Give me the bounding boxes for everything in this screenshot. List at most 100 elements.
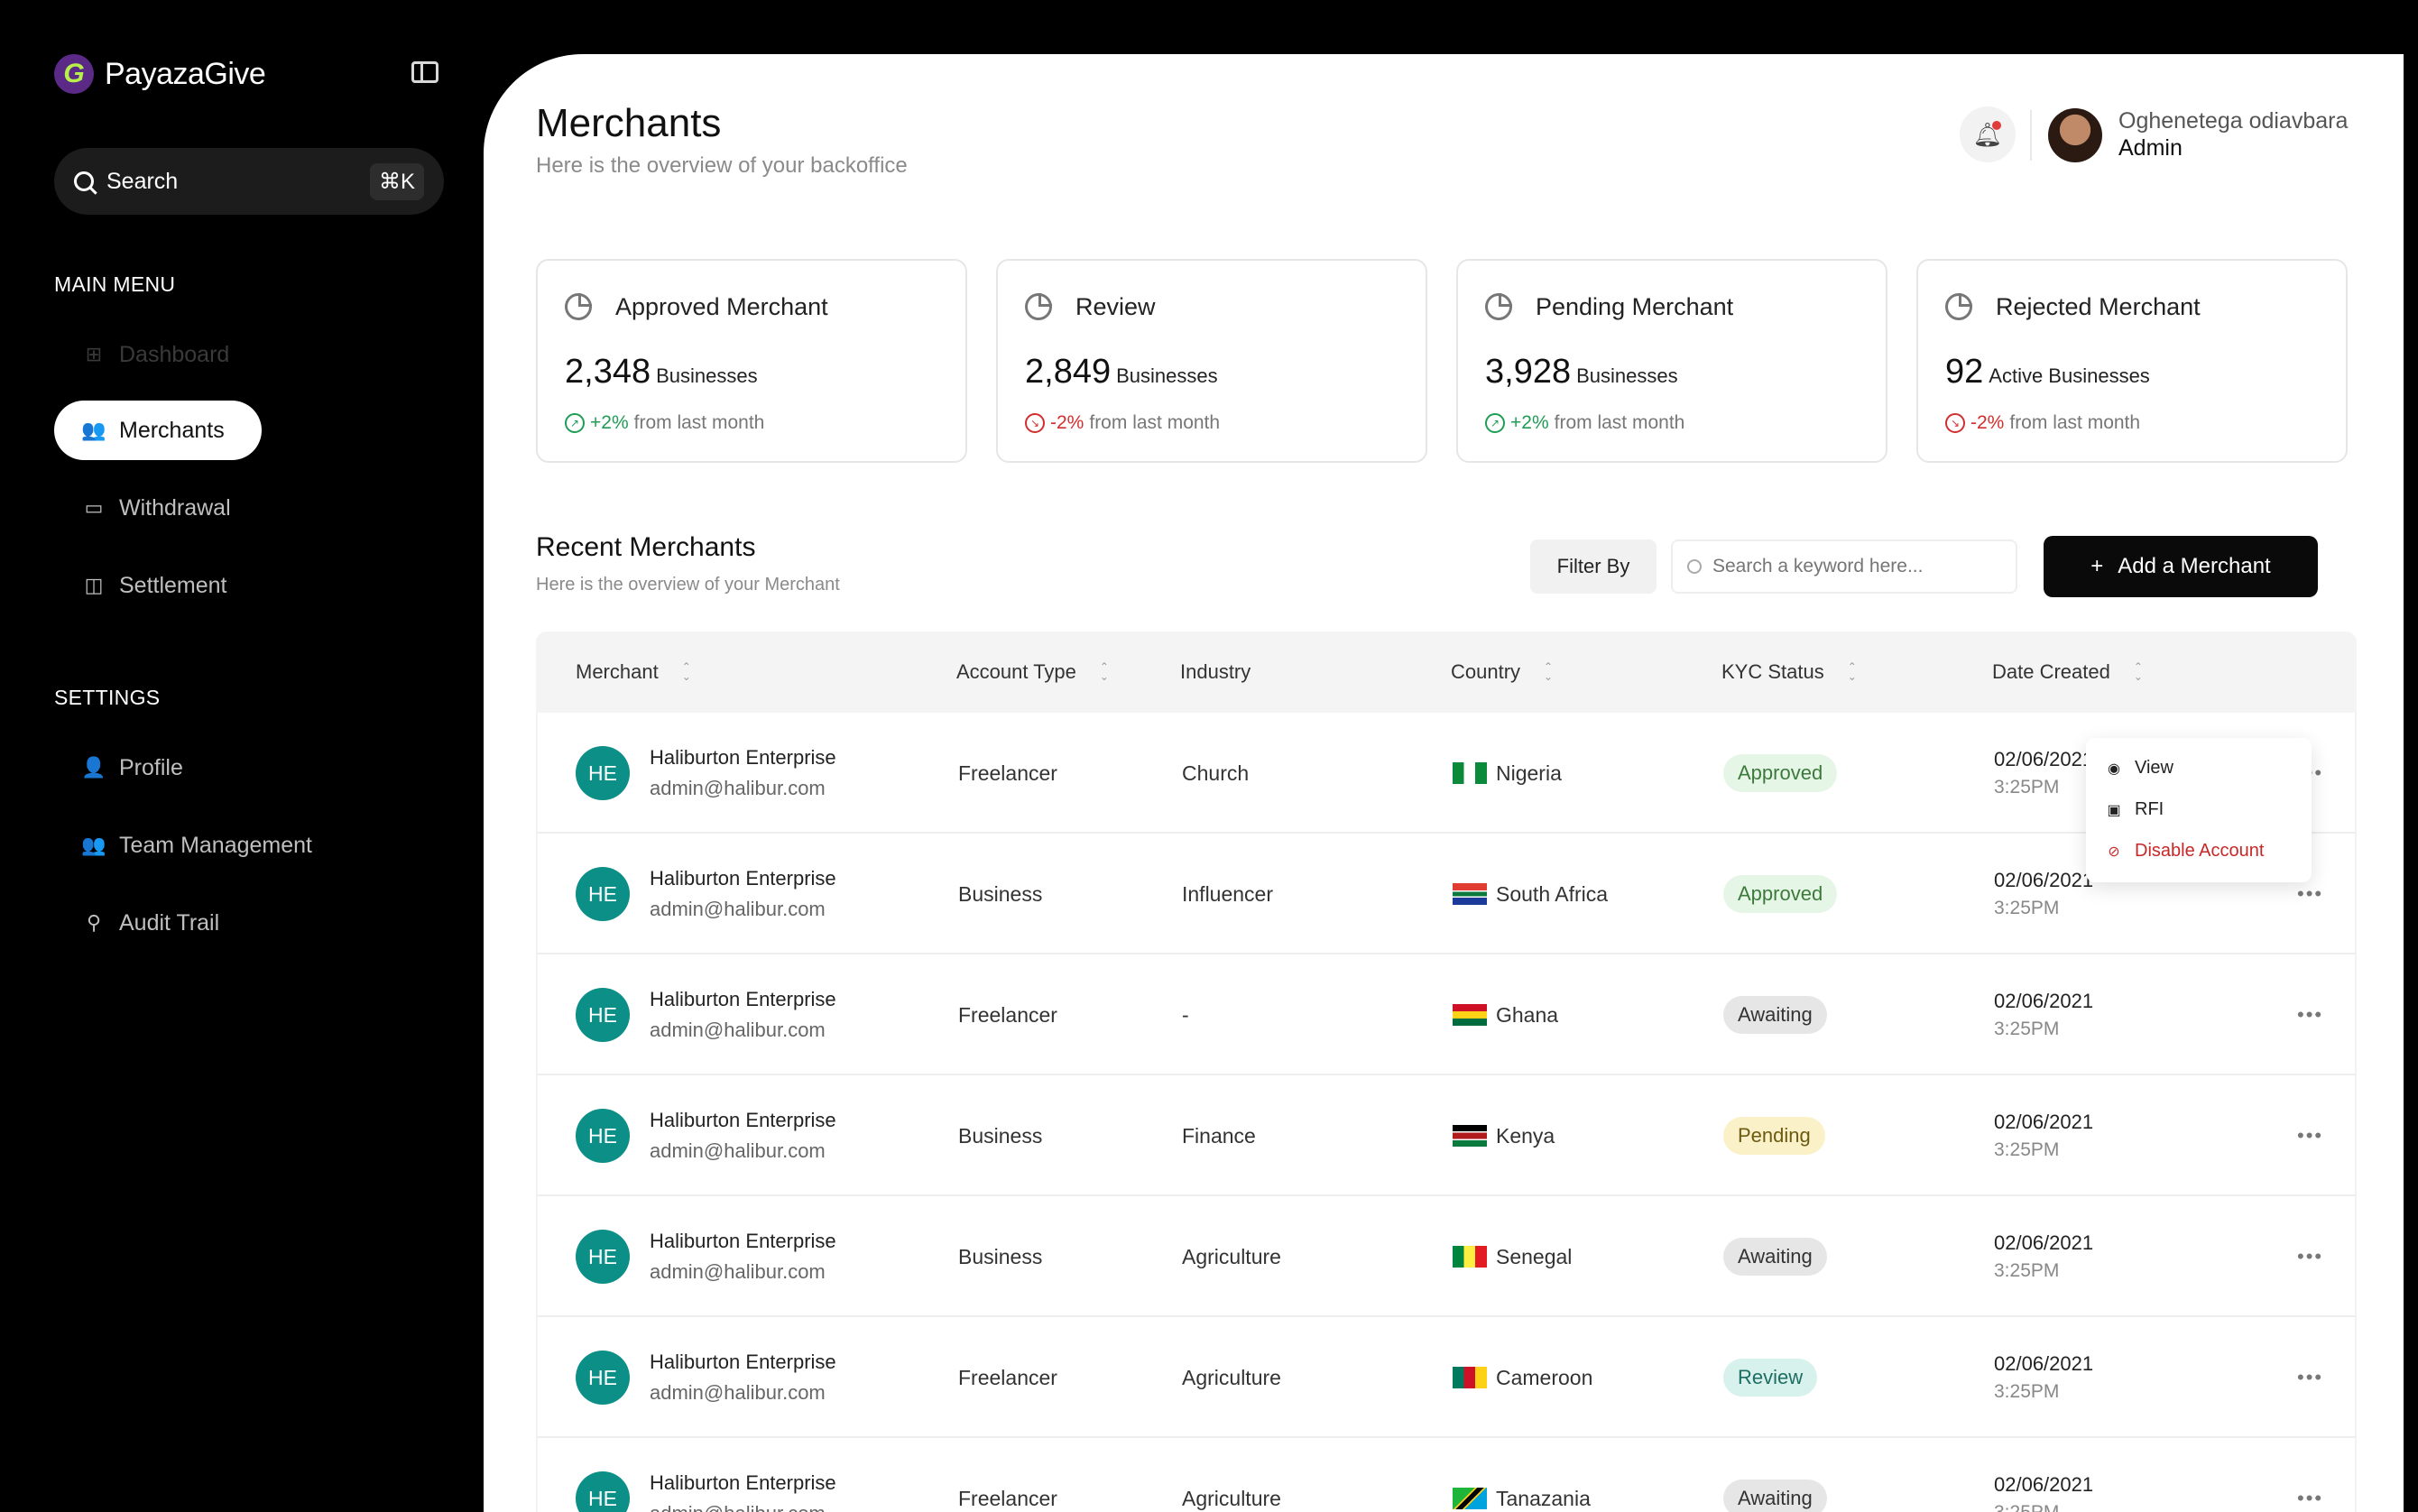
sort-icon[interactable]: ⌃ ⌄ <box>1100 661 1109 682</box>
sort-icon[interactable]: ⌃ ⌄ <box>682 661 691 682</box>
flag-icon <box>1453 1488 1487 1509</box>
country-cell: Tanazania <box>1453 1438 1591 1512</box>
menu-item-disable-account[interactable]: ⊘ Disable Account <box>2106 841 2264 862</box>
pie-chart-icon <box>1025 293 1052 320</box>
status-badge: Awaiting <box>1723 1238 1827 1276</box>
merchant-cell: HE Haliburton Enterprise admin@halibur.c… <box>576 1438 836 1512</box>
time-value: 3:25PM <box>1994 1381 2060 1402</box>
sidebar-item-settlement[interactable]: ◫ Settlement <box>54 556 254 615</box>
table-row[interactable]: HE Haliburton Enterprise admin@halibur.c… <box>536 834 2357 954</box>
merchant-email: admin@halibur.com <box>650 1260 826 1283</box>
industry-cell: Church <box>1182 761 1250 785</box>
stat-title: Approved Merchant <box>615 293 828 320</box>
row-menu-button[interactable]: ••• <box>2297 1075 2323 1196</box>
table-row[interactable]: HE Haliburton Enterprise admin@halibur.c… <box>536 713 2357 834</box>
row-menu-button[interactable]: ••• <box>2297 1438 2323 1512</box>
sort-icon[interactable]: ⌃ ⌄ <box>2134 661 2143 682</box>
sidebar-item-merchants[interactable]: 👥 Merchants <box>54 401 262 460</box>
kyc-status-cell: Awaiting <box>1723 1438 1827 1512</box>
sort-icon[interactable]: ⌃ ⌄ <box>1544 661 1553 682</box>
page-subtitle: Here is the overview of your backoffice <box>536 153 908 178</box>
avatar[interactable] <box>2048 108 2102 162</box>
sidebar: G PayazaGive Search ⌘K MAIN MENU ⊞ Dashb… <box>0 0 484 1512</box>
column-country[interactable]: Country ⌃ ⌄ <box>1451 632 1553 713</box>
main-menu-heading: MAIN MENU <box>54 272 176 296</box>
stat-card-approved: Approved Merchant 2,348 Businesses ↗ +2% f… <box>536 259 967 463</box>
merchant-email: admin@halibur.com <box>650 1019 826 1041</box>
column-account-type[interactable]: Account Type ⌃ ⌄ <box>956 632 1109 713</box>
card-icon: ▭ <box>84 496 104 519</box>
sidebar-item-audit-trail[interactable]: ⚲ Audit Trail <box>54 893 246 953</box>
sidebar-item-team-management[interactable]: 👥 Team Management <box>54 816 339 875</box>
add-merchant-button[interactable]: + Add a Merchant <box>2044 536 2318 597</box>
industry-cell: - <box>1182 1002 1189 1027</box>
merchant-name: Haliburton Enterprise <box>650 746 836 769</box>
row-menu-button[interactable]: ••• <box>2297 1196 2323 1317</box>
date-value: 02/06/2021 <box>1994 748 2094 770</box>
stat-trend: ↗ +2% from last month <box>1485 412 1684 434</box>
country-cell: Nigeria <box>1453 713 1562 834</box>
country-cell: Ghana <box>1453 954 1558 1075</box>
sidebar-item-dashboard[interactable]: ⊞ Dashboard <box>54 325 256 384</box>
date-value: 02/06/2021 <box>1994 1473 2094 1496</box>
country-cell: South Africa <box>1453 834 1608 954</box>
merchant-name: Haliburton Enterprise <box>650 867 836 890</box>
sidebar-item-profile[interactable]: 👤 Profile <box>54 738 210 797</box>
user-icon: 👤 <box>81 756 106 779</box>
user-role: Admin <box>2118 135 2183 161</box>
industry-cell: Influencer <box>1182 881 1274 906</box>
status-badge: Approved <box>1723 754 1838 792</box>
date-cell: 02/06/2021 3:25PM <box>1994 1317 2093 1438</box>
row-menu-button[interactable]: ••• <box>2297 1317 2323 1438</box>
account-type-cell: Freelancer <box>958 1486 1057 1510</box>
search-input[interactable] <box>1711 555 1985 578</box>
merchant-cell: HE Haliburton Enterprise admin@halibur.c… <box>576 1317 836 1438</box>
time-value: 3:25PM <box>1994 1139 2060 1160</box>
date-value: 02/06/2021 <box>1994 1111 2094 1133</box>
sidebar-item-label: Withdrawal <box>119 494 231 521</box>
sort-icon[interactable]: ⌃ ⌄ <box>1848 661 1857 682</box>
table-row[interactable]: HE Haliburton Enterprise admin@halibur.c… <box>536 1317 2357 1438</box>
stat-title: Pending Merchant <box>1536 293 1734 320</box>
sidebar-search[interactable]: Search ⌘K <box>54 148 444 215</box>
brand-logo[interactable]: G PayazaGive <box>54 54 266 94</box>
column-date-created[interactable]: Date Created ⌃ ⌄ <box>1992 632 2143 713</box>
column-kyc-status[interactable]: KYC Status ⌃ ⌄ <box>1721 632 1857 713</box>
trend-down-icon: ↘ <box>1025 413 1045 433</box>
kyc-status-cell: Approved <box>1723 713 1838 834</box>
merchant-email: admin@halibur.com <box>650 1139 826 1162</box>
status-badge: Awaiting <box>1723 1480 1827 1512</box>
table-header: Merchant ⌃ ⌄ Account Type ⌃ ⌄ Industry Count… <box>536 632 2357 713</box>
account-type-cell: Freelancer <box>958 1002 1057 1027</box>
stat-value: 2,849 Businesses <box>1025 353 1218 391</box>
table-body: HE Haliburton Enterprise admin@halibur.c… <box>536 713 2357 1512</box>
notification-button[interactable]: 🔔︎ <box>1960 106 2016 162</box>
row-menu-button[interactable]: ••• <box>2297 954 2323 1075</box>
app-name: PayazaGive <box>105 56 266 91</box>
table-row[interactable]: HE Haliburton Enterprise admin@halibur.c… <box>536 1196 2357 1317</box>
merchant-cell: HE Haliburton Enterprise admin@halibur.c… <box>576 954 836 1075</box>
status-badge: Pending <box>1723 1117 1825 1155</box>
merchant-cell: HE Haliburton Enterprise admin@halibur.c… <box>576 834 836 954</box>
notification-dot <box>1992 121 2001 130</box>
row-action-menu: ◉ View ▣ RFI ⊘ Disable Account <box>2086 738 2312 882</box>
sidebar-item-withdrawal[interactable]: ▭ Withdrawal <box>54 478 258 538</box>
table-row[interactable]: HE Haliburton Enterprise admin@halibur.c… <box>536 1438 2357 1512</box>
column-merchant[interactable]: Merchant ⌃ ⌄ <box>576 632 691 713</box>
table-search[interactable] <box>1671 539 2017 594</box>
account-type-cell: Business <box>958 881 1043 906</box>
sidebar-toggle-icon[interactable] <box>411 61 438 83</box>
time-value: 3:25PM <box>1994 898 2060 918</box>
menu-item-view[interactable]: ◉ View <box>2106 758 2173 779</box>
table-row[interactable]: HE Haliburton Enterprise admin@halibur.c… <box>536 1075 2357 1196</box>
logo-icon: G <box>54 54 94 94</box>
filter-button[interactable]: Filter By <box>1530 539 1657 594</box>
plus-icon: + <box>2090 554 2104 578</box>
country-cell: Senegal <box>1453 1196 1572 1317</box>
flag-icon <box>1453 1246 1487 1268</box>
table-row[interactable]: HE Haliburton Enterprise admin@halibur.c… <box>536 954 2357 1075</box>
country-cell: Kenya <box>1453 1075 1555 1196</box>
menu-item-rfi[interactable]: ▣ RFI <box>2106 799 2164 820</box>
merchant-email: admin@halibur.com <box>650 1502 836 1512</box>
merchant-avatar: HE <box>576 1109 630 1163</box>
